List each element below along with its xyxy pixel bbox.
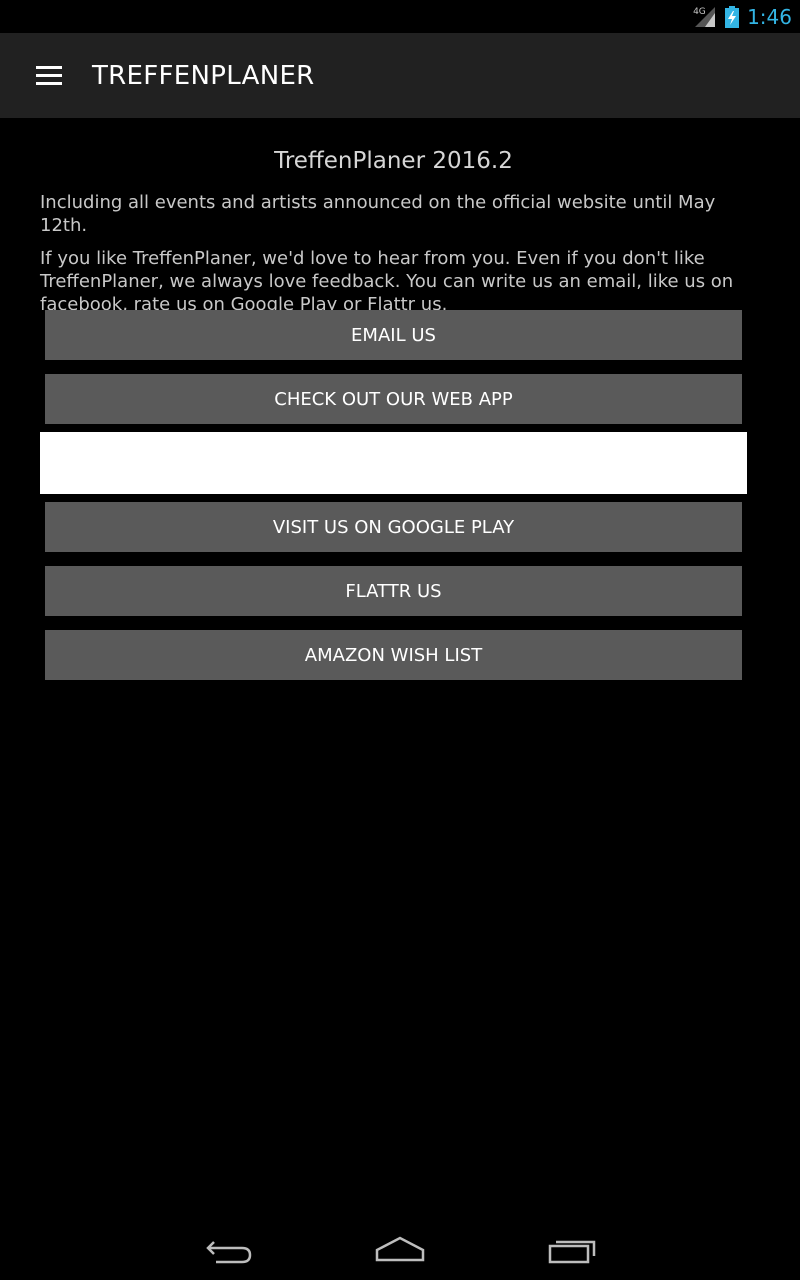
amazon-wish-list-button[interactable]: AMAZON WISH LIST [45, 630, 742, 680]
hamburger-menu-icon[interactable] [36, 66, 62, 86]
google-play-button[interactable]: VISIT US ON GOOGLE PLAY [45, 502, 742, 552]
info-paragraph: Including all events and artists announc… [40, 192, 716, 236]
app-title: TREFFENPLANER [92, 61, 315, 91]
navigation-bar [0, 1216, 800, 1280]
email-us-button[interactable]: EMAIL US [45, 310, 742, 360]
action-bar: TREFFENPLANER [0, 33, 800, 118]
status-bar: 4G 1:46 [0, 0, 800, 33]
status-clock: 1:46 [747, 4, 792, 29]
recent-apps-icon[interactable] [544, 1230, 600, 1270]
status-icons: 4G 1:46 [693, 0, 792, 33]
back-icon[interactable] [202, 1230, 258, 1270]
facebook-like-widget[interactable] [40, 432, 747, 494]
signal-icon: 4G [693, 5, 717, 29]
feedback-paragraph: If you like TreffenPlaner, we'd love to … [40, 248, 734, 315]
version-title: TreffenPlaner 2016.2 [274, 148, 513, 174]
web-app-button[interactable]: CHECK OUT OUR WEB APP [45, 374, 742, 424]
flattr-button[interactable]: FLATTR US [45, 566, 742, 616]
about-content: TreffenPlaner 2016.2 Including all event… [40, 118, 760, 316]
home-icon[interactable] [372, 1230, 428, 1270]
battery-charging-icon [725, 5, 740, 28]
